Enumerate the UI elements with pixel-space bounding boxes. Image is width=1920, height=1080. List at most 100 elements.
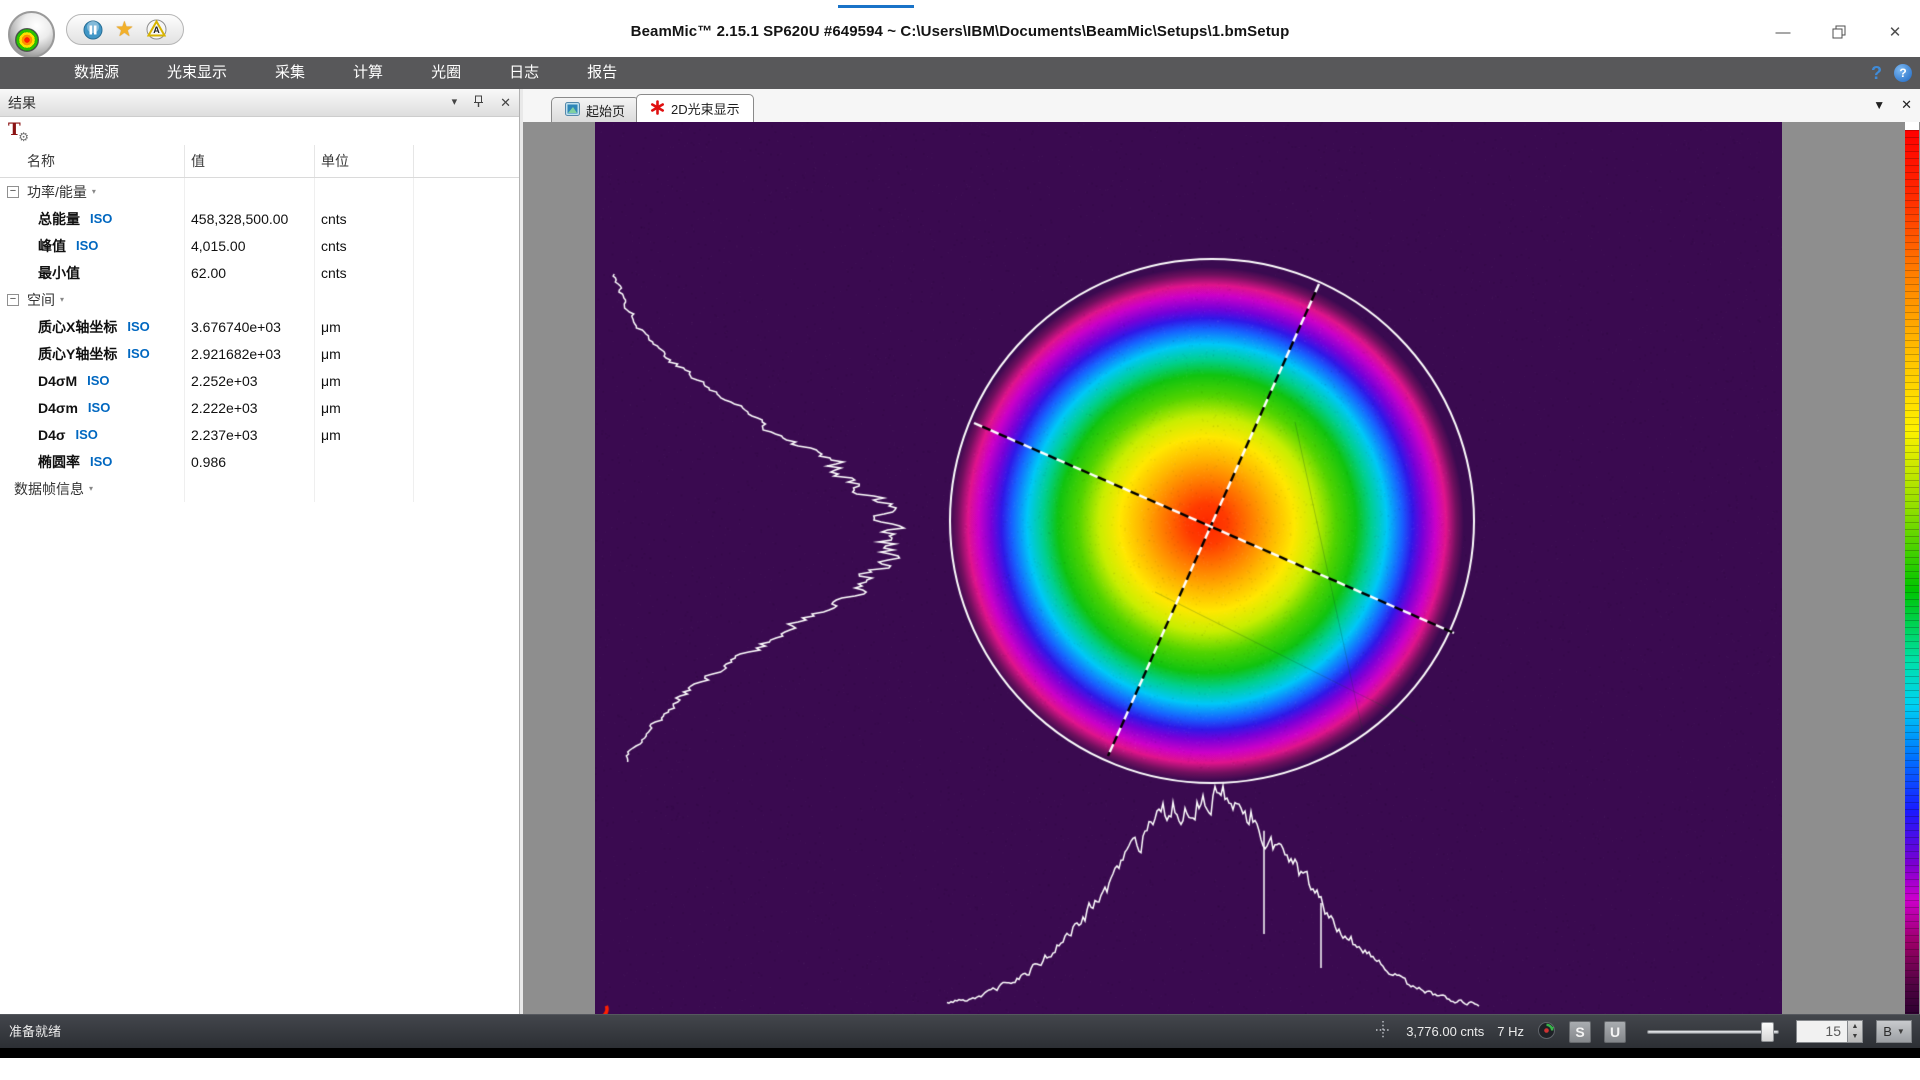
- row-value: [185, 475, 315, 502]
- row-name: −功率/能量 ▾: [0, 178, 185, 205]
- panel-close-icon[interactable]: ✕: [500, 96, 511, 109]
- tab-2d-beam-display[interactable]: 2D光束显示: [636, 94, 754, 122]
- collapse-icon[interactable]: −: [7, 186, 19, 198]
- menubar-help: ? ?: [1871, 57, 1912, 89]
- row-label: 最小值: [38, 263, 80, 283]
- panel-menu-icon[interactable]: ▾: [452, 97, 458, 108]
- row-name: D4σmISO: [0, 394, 185, 421]
- menu-item-6[interactable]: 报告: [563, 57, 641, 89]
- row-name: 峰值ISO: [0, 232, 185, 259]
- frame-spinner-arrows[interactable]: ▲▼: [1848, 1020, 1863, 1043]
- table-row[interactable]: 最小值 62.00cnts: [0, 259, 519, 286]
- tab-start-page[interactable]: 起始页: [551, 97, 639, 122]
- row-label: 功率/能量: [27, 182, 87, 202]
- menu-item-1[interactable]: 光束显示: [143, 57, 251, 89]
- tab-label: 起始页: [586, 101, 625, 120]
- gain-slider[interactable]: [1647, 1021, 1779, 1043]
- group-caret-icon[interactable]: ▾: [60, 295, 64, 304]
- tab-list-icon[interactable]: ▼: [1873, 99, 1885, 111]
- saturation-button[interactable]: S: [1569, 1021, 1591, 1043]
- status-rate: 7 Hz: [1497, 1024, 1524, 1039]
- iso-badge: ISO: [75, 427, 97, 442]
- table-row[interactable]: 总能量ISO458,328,500.00cnts: [0, 205, 519, 232]
- row-name: 数据帧信息 ▾: [0, 475, 185, 502]
- timing-status-icon[interactable]: [1537, 1021, 1556, 1043]
- close-button[interactable]: ✕: [1884, 22, 1906, 42]
- row-label: 总能量: [38, 209, 80, 229]
- table-row[interactable]: 质心Y轴坐标ISO2.921682e+03μm: [0, 340, 519, 367]
- group-caret-icon[interactable]: ▾: [89, 484, 93, 493]
- row-value: 4,015.00: [185, 232, 315, 259]
- color-scale-gradient: [1905, 130, 1919, 1014]
- row-value: 2.921682e+03: [185, 340, 315, 367]
- table-row[interactable]: D4σISO2.237e+03μm: [0, 421, 519, 448]
- window-title: BeamMic™ 2.15.1 SP620U #649594 ~ C:\User…: [0, 23, 1920, 40]
- text-settings-icon[interactable]: T⚙: [6, 120, 28, 142]
- color-scale-bar[interactable]: [1905, 122, 1919, 1014]
- table-row[interactable]: −功率/能量 ▾: [0, 178, 519, 205]
- menu-item-2[interactable]: 采集: [251, 57, 329, 89]
- row-unit: [315, 178, 414, 205]
- slider-thumb[interactable]: [1761, 1022, 1774, 1042]
- row-label: 峰值: [38, 236, 66, 256]
- menu-item-0[interactable]: 数据源: [50, 57, 143, 89]
- tab-close-icon[interactable]: ✕: [1901, 98, 1912, 111]
- results-panel-header: 结果 ▾ ✕: [0, 89, 519, 117]
- channel-dropdown[interactable]: B ▼: [1876, 1020, 1912, 1043]
- table-row[interactable]: 椭圆率ISO0.986: [0, 448, 519, 475]
- row-unit: μm: [315, 367, 414, 394]
- row-value: 2.222e+03: [185, 394, 315, 421]
- row-value: 62.00: [185, 259, 315, 286]
- row-unit: cnts: [315, 259, 414, 286]
- menu-item-5[interactable]: 日志: [485, 57, 563, 89]
- row-label: D4σm: [38, 400, 78, 416]
- restore-button[interactable]: [1828, 22, 1850, 42]
- column-value[interactable]: 值: [185, 145, 315, 177]
- window-controls: — ✕: [1772, 22, 1906, 42]
- column-name[interactable]: 名称: [0, 145, 185, 177]
- help-icon[interactable]: ?: [1894, 64, 1912, 82]
- column-extra: [414, 145, 519, 177]
- table-row[interactable]: 数据帧信息 ▾: [0, 475, 519, 502]
- menu-item-4[interactable]: 光圈: [407, 57, 485, 89]
- row-value: 2.237e+03: [185, 421, 315, 448]
- row-name: 椭圆率ISO: [0, 448, 185, 475]
- row-value: 458,328,500.00: [185, 205, 315, 232]
- column-unit[interactable]: 单位: [315, 145, 414, 177]
- row-name: 最小值: [0, 259, 185, 286]
- table-row[interactable]: D4σMISO2.252e+03μm: [0, 367, 519, 394]
- context-help-icon[interactable]: ?: [1871, 63, 1882, 84]
- row-unit: [315, 475, 414, 502]
- channel-value: B: [1883, 1024, 1892, 1039]
- cursor-crosshair-icon: [1373, 1020, 1393, 1043]
- table-row[interactable]: D4σmISO2.222e+03μm: [0, 394, 519, 421]
- row-name: D4σ ISO: [0, 421, 185, 448]
- iso-badge: ISO: [87, 373, 109, 388]
- group-caret-icon[interactable]: ▾: [92, 187, 96, 196]
- row-unit: [315, 286, 414, 313]
- beam-display-area: [523, 122, 1920, 1014]
- tab-label: 2D光束显示: [671, 99, 740, 118]
- pin-icon[interactable]: [473, 95, 484, 111]
- row-value: 3.676740e+03: [185, 313, 315, 340]
- collapse-icon[interactable]: −: [7, 294, 19, 306]
- row-label: 质心X轴坐标: [38, 317, 117, 337]
- menubar: 数据源光束显示采集计算光圈日志报告 ? ?: [0, 57, 1920, 89]
- menu-item-3[interactable]: 计算: [329, 57, 407, 89]
- frame-spinner-value[interactable]: 15: [1796, 1020, 1848, 1043]
- ultracal-button[interactable]: U: [1604, 1021, 1626, 1043]
- 2d-beam-image[interactable]: [595, 122, 1782, 1014]
- row-label: D4σ: [38, 427, 65, 443]
- row-value: [185, 286, 315, 313]
- row-label: 空间: [27, 290, 55, 310]
- row-label: 数据帧信息: [14, 479, 84, 499]
- table-row[interactable]: 峰值ISO4,015.00cnts: [0, 232, 519, 259]
- table-row[interactable]: 质心X轴坐标ISO3.676740e+03μm: [0, 313, 519, 340]
- iso-badge: ISO: [90, 454, 112, 469]
- table-row[interactable]: −空间 ▾: [0, 286, 519, 313]
- minimize-button[interactable]: —: [1772, 22, 1794, 42]
- status-ready-text: 准备就绪: [9, 1015, 61, 1048]
- bottom-strip: [0, 1048, 1920, 1058]
- row-name: D4σMISO: [0, 367, 185, 394]
- color-scale-top-notch: [1905, 122, 1919, 130]
